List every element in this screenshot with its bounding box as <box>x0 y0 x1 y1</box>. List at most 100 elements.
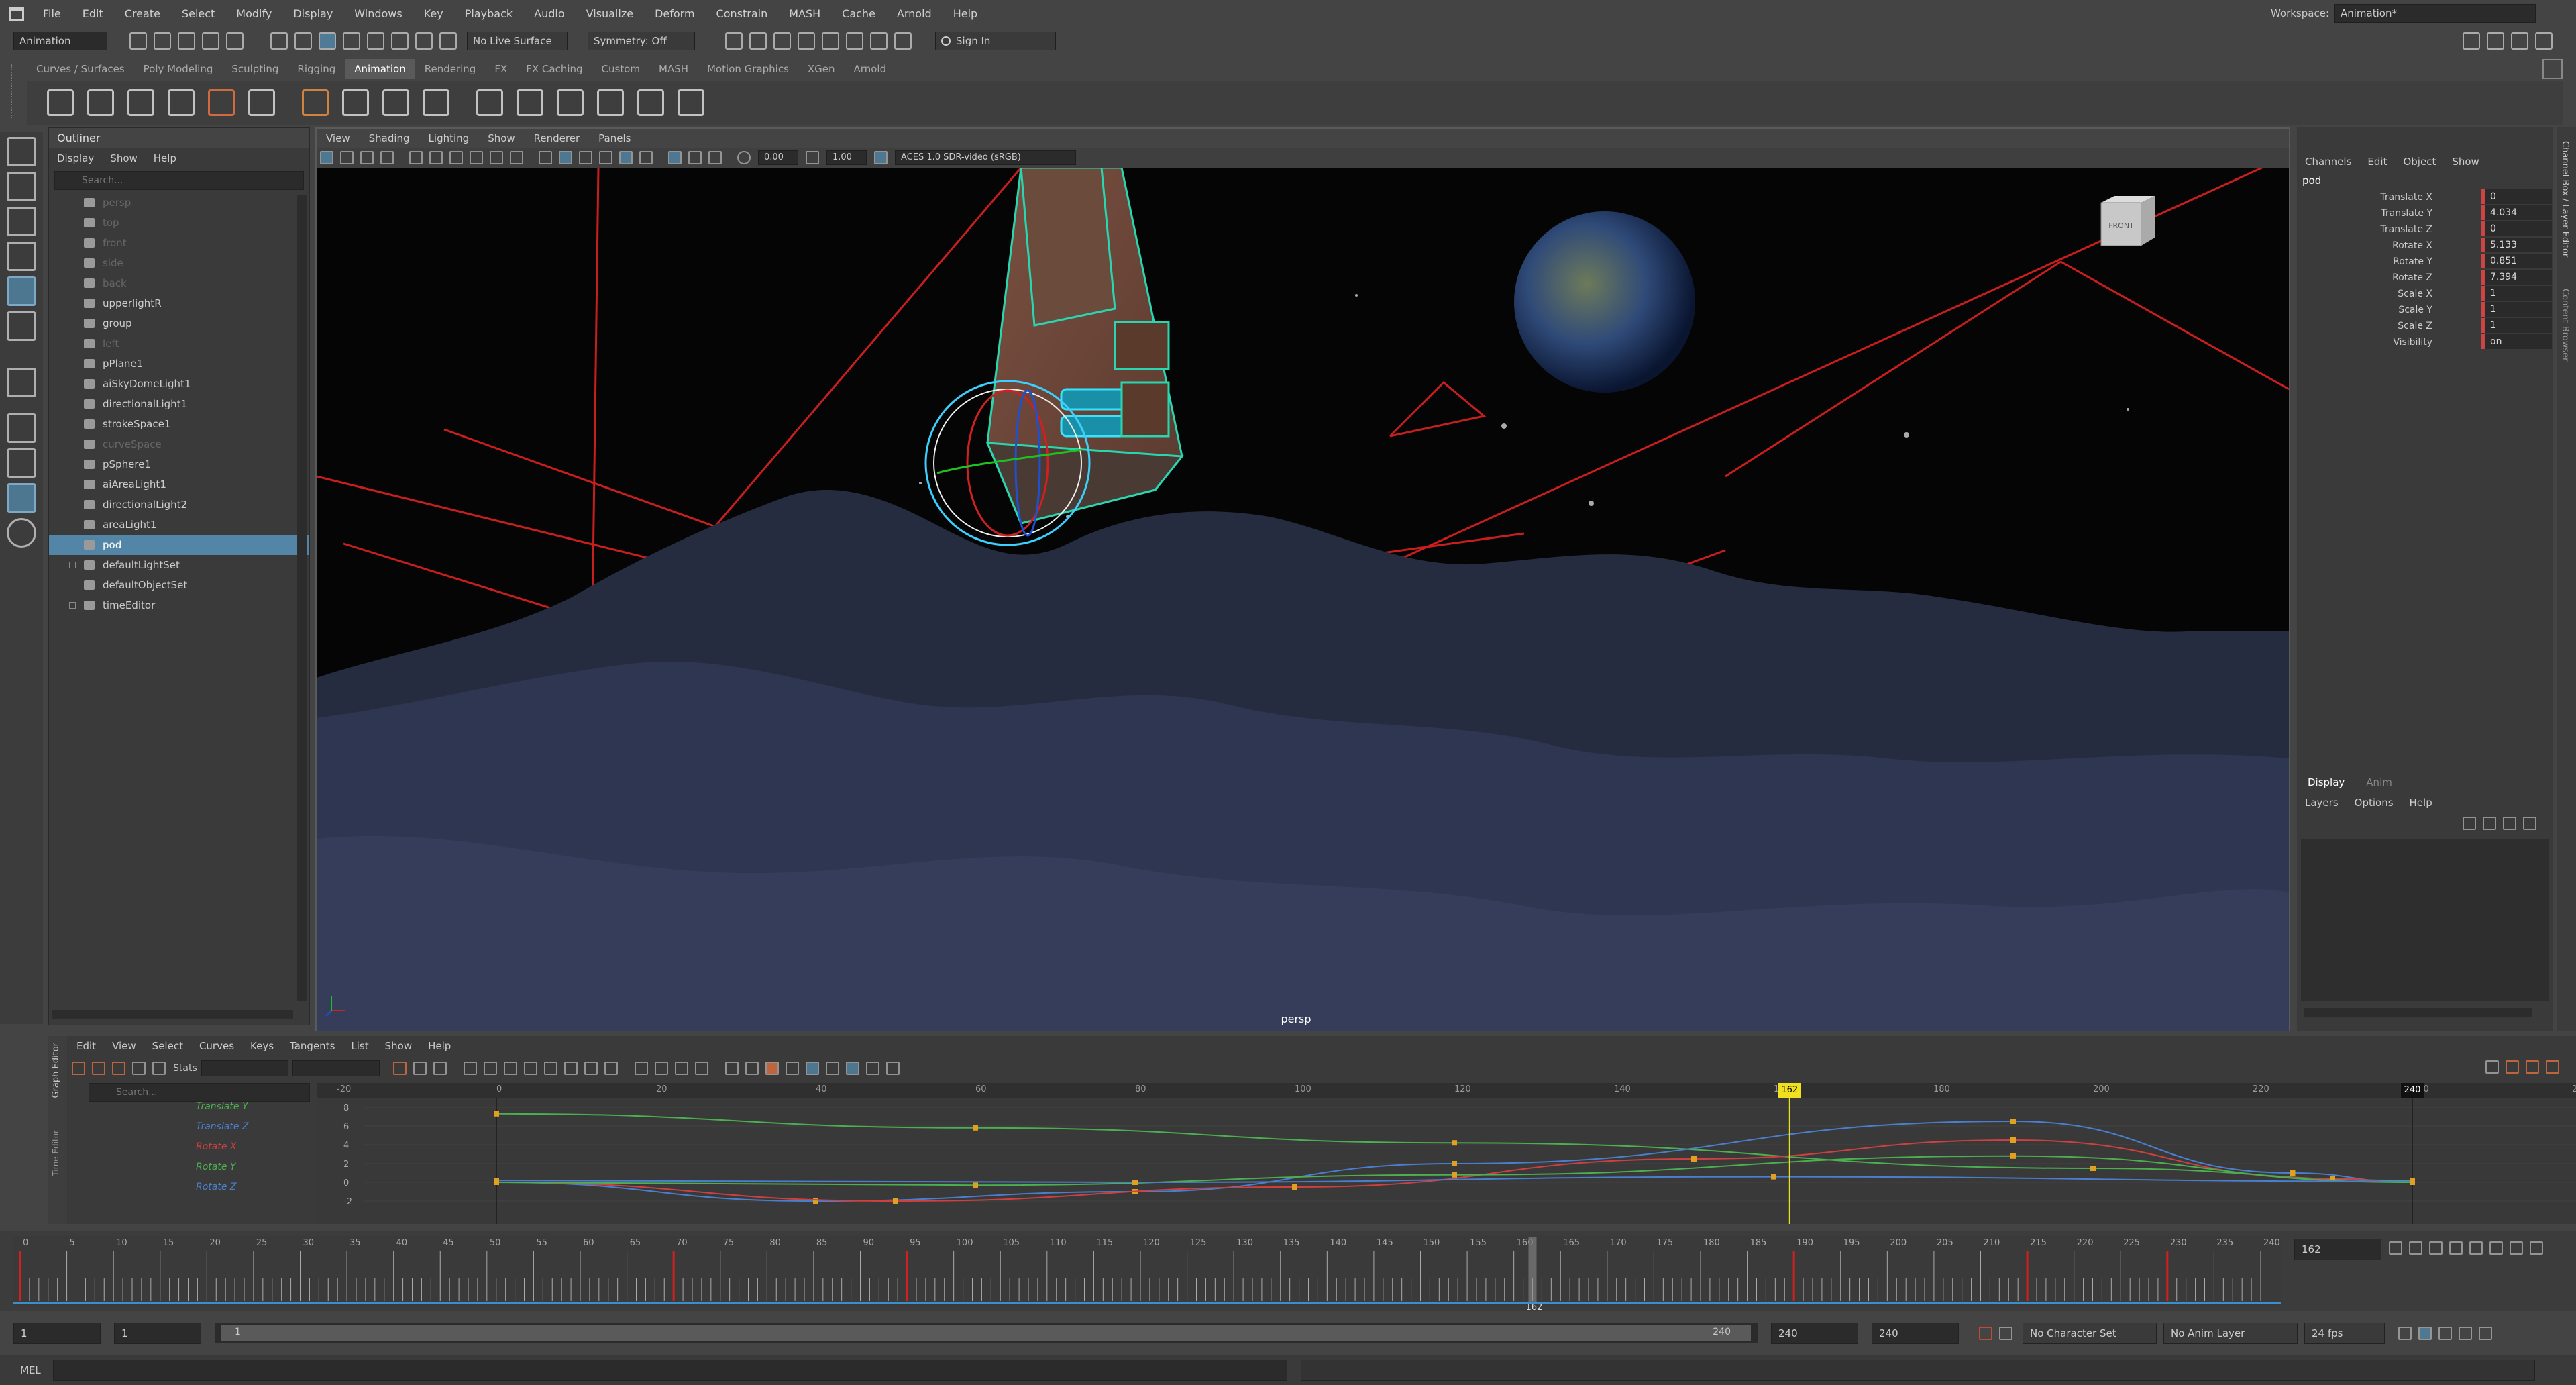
select-object-icon[interactable] <box>294 32 312 50</box>
curve-display-icon[interactable] <box>865 1062 879 1075</box>
sculpt-deformer-icon[interactable] <box>597 89 624 116</box>
arnold-render-icon[interactable] <box>870 32 888 50</box>
paint-select-icon[interactable] <box>7 207 36 236</box>
menu-file[interactable]: File <box>32 0 72 28</box>
outliner-item[interactable]: persp <box>49 193 309 213</box>
snap-curve-icon[interactable] <box>367 32 384 50</box>
playback-start-field[interactable]: 1 <box>114 1323 201 1344</box>
outliner-item[interactable]: left <box>49 334 309 354</box>
shelf-grip[interactable] <box>11 64 20 118</box>
outliner-menu-show[interactable]: Show <box>102 152 145 164</box>
set-key-icon[interactable] <box>47 89 74 116</box>
pin-icon[interactable] <box>2485 1060 2499 1074</box>
locator-icon[interactable] <box>423 89 449 116</box>
modeling-toolkit-icon[interactable] <box>2463 32 2480 50</box>
ik-handle-icon[interactable] <box>342 89 369 116</box>
graph-curve-item[interactable]: Translate Z <box>95 1117 323 1137</box>
outliner-item[interactable]: top <box>49 213 309 233</box>
open-scene-icon[interactable] <box>154 32 171 50</box>
menu-select[interactable]: Select <box>171 0 225 28</box>
menu-edit[interactable]: Edit <box>72 0 114 28</box>
delete-key-icon[interactable] <box>248 89 275 116</box>
outliner-item[interactable]: directionalLight2 <box>49 495 309 515</box>
dope-sheet-view-icon[interactable] <box>2526 1060 2539 1074</box>
spline-tangent-icon[interactable] <box>503 1062 517 1075</box>
tab-channel-box[interactable]: Channel Box / Layer Editor <box>2560 141 2570 257</box>
graph-menu-help[interactable]: Help <box>420 1040 459 1052</box>
flat-tangent-icon[interactable] <box>564 1062 578 1075</box>
pause-render-icon[interactable] <box>894 32 912 50</box>
denormalize-icon[interactable] <box>805 1062 819 1075</box>
channel-menu-edit[interactable]: Edit <box>2359 156 2395 168</box>
exposure-icon[interactable] <box>737 151 751 164</box>
shelf-tab-animation[interactable]: Animation <box>345 59 415 79</box>
channel-label[interactable]: Scale Z <box>2398 318 2432 334</box>
channel-label[interactable]: Scale X <box>2398 286 2432 302</box>
clamped-tangent-icon[interactable] <box>523 1062 537 1075</box>
new-empty-layer-icon[interactable] <box>2503 817 2516 830</box>
shadows-icon[interactable] <box>619 151 633 164</box>
channel-value[interactable]: 5.133 <box>2481 238 2552 252</box>
frame-all-icon[interactable] <box>392 1062 407 1075</box>
outliner-item[interactable]: back <box>49 273 309 293</box>
menu-visualize[interactable]: Visualize <box>576 0 644 28</box>
channel-box-icon[interactable] <box>2535 32 2553 50</box>
outliner-item[interactable]: pPlane1 <box>49 354 309 374</box>
symmetry-dropdown[interactable]: Symmetry: Off <box>588 32 695 50</box>
new-layer-selected-icon[interactable] <box>2523 817 2536 830</box>
move-layer-down-icon[interactable] <box>2483 817 2496 830</box>
single-view-icon[interactable] <box>7 413 36 443</box>
viewport-menu-lighting[interactable]: Lighting <box>419 129 479 148</box>
anim-prefs-icon[interactable] <box>2479 1327 2492 1340</box>
layer-hscrollbar[interactable] <box>2304 1008 2532 1017</box>
stats-value-field[interactable] <box>292 1060 380 1076</box>
channel-value[interactable]: 0.851 <box>2481 254 2552 268</box>
shelf-tab-poly-modeling[interactable]: Poly Modeling <box>134 59 223 79</box>
channel-value[interactable]: 1 <box>2481 318 2552 333</box>
channel-menu-show[interactable]: Show <box>2444 156 2487 168</box>
character-set-dropdown[interactable]: No Character Set <box>2023 1323 2157 1344</box>
graph-menu-tangents[interactable]: Tangents <box>282 1040 343 1052</box>
unghost-icon[interactable] <box>168 89 195 116</box>
bookmark-icon[interactable] <box>360 151 374 164</box>
shelf-tab-xgen[interactable]: XGen <box>798 59 845 79</box>
layer-menu-options[interactable]: Options <box>2347 797 2402 809</box>
graph-menu-view[interactable]: View <box>104 1040 144 1052</box>
workspace-dropdown[interactable]: Animation* <box>2334 4 2536 23</box>
wire-icon[interactable] <box>557 89 584 116</box>
plateau-tangent-icon[interactable] <box>604 1062 618 1075</box>
tab-content-browser[interactable]: Content Browser <box>2560 289 2570 362</box>
graph-editor-canvas[interactable]: 8 6 4 2 0 -2 <box>317 1098 2576 1224</box>
outliner-item[interactable]: strokeSpace1 <box>49 414 309 434</box>
snap-view-icon[interactable] <box>415 32 433 50</box>
break-tangent-icon[interactable] <box>634 1062 648 1075</box>
image-plane-icon[interactable] <box>380 151 394 164</box>
viewport-menu-renderer[interactable]: Renderer <box>525 129 589 148</box>
play-backward-icon[interactable] <box>2449 1241 2463 1255</box>
outliner-item[interactable]: curveSpace <box>49 434 309 454</box>
ghost-icon[interactable] <box>127 89 154 116</box>
channel-label[interactable]: Scale Y <box>2398 302 2432 318</box>
rotate-tool-icon[interactable] <box>7 276 36 306</box>
shelf-tab-arnold[interactable]: Arnold <box>845 59 896 79</box>
graph-menu-show[interactable]: Show <box>377 1040 420 1052</box>
four-view-icon[interactable] <box>7 448 36 478</box>
channel-menu-channels[interactable]: Channels <box>2297 156 2359 168</box>
exposure-field[interactable]: 0.00 <box>758 150 798 165</box>
outliner-item[interactable]: side <box>49 253 309 273</box>
insert-key-icon[interactable] <box>92 1062 105 1075</box>
region-tool-icon[interactable] <box>132 1062 146 1075</box>
layer-menu-help[interactable]: Help <box>2402 797 2440 809</box>
free-weights-icon[interactable] <box>674 1062 688 1075</box>
step-back-key-icon[interactable] <box>2409 1241 2422 1255</box>
unify-tangent-icon[interactable] <box>654 1062 668 1075</box>
menu-display[interactable]: Display <box>282 0 343 28</box>
channel-label[interactable]: Translate Y <box>2381 205 2432 221</box>
xray-joints-icon[interactable] <box>708 151 722 164</box>
graph-editor-ruler[interactable]: -200204060801001201401601802002202402601… <box>317 1083 2576 1098</box>
menu-deform[interactable]: Deform <box>644 0 705 28</box>
outliner-menu-help[interactable]: Help <box>146 152 184 164</box>
menu-playback[interactable]: Playback <box>454 0 523 28</box>
channel-value[interactable]: 1 <box>2481 286 2552 301</box>
go-to-start-icon[interactable] <box>2389 1241 2402 1255</box>
